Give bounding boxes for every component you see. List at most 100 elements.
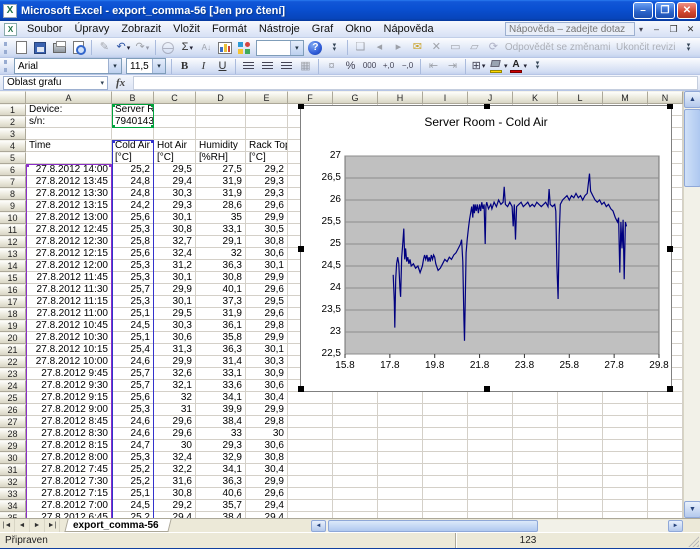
cell-L34[interactable]: [558, 500, 603, 512]
cell-D18[interactable]: 31,9: [196, 308, 246, 320]
cell-J32[interactable]: [468, 476, 513, 488]
cell-E7[interactable]: 29,3: [246, 176, 288, 188]
thousands-button[interactable]: 000: [360, 59, 379, 74]
cell-D3[interactable]: [196, 128, 246, 140]
row-header-28[interactable]: 28: [0, 428, 26, 440]
cell-K27[interactable]: [513, 416, 558, 428]
cell-A10[interactable]: 27.8.2012 13:00: [26, 212, 112, 224]
cell-B8[interactable]: 24,8: [112, 188, 154, 200]
cell-F25[interactable]: [288, 392, 333, 404]
column-header-j[interactable]: J: [468, 91, 513, 104]
row-header-11[interactable]: 11: [0, 224, 26, 236]
cell-C27[interactable]: 29,6: [154, 416, 196, 428]
cell-K30[interactable]: [513, 452, 558, 464]
cell-G34[interactable]: [333, 500, 378, 512]
cell-C8[interactable]: 30,3: [154, 188, 196, 200]
cell-C15[interactable]: 30,1: [154, 272, 196, 284]
column-header-a[interactable]: A: [26, 91, 112, 104]
cell-J27[interactable]: [468, 416, 513, 428]
cell-F26[interactable]: [288, 404, 333, 416]
cell-N28[interactable]: [648, 428, 683, 440]
cell-grid[interactable]: 1Device:Server Room2s/n:794014334TimeCol…: [0, 104, 683, 518]
cell-J33[interactable]: [468, 488, 513, 500]
cell-D21[interactable]: 36,3: [196, 344, 246, 356]
previous-comment-icon[interactable]: ◂: [370, 39, 389, 57]
help-search-caret-icon[interactable]: ▾: [635, 25, 647, 34]
cell-B13[interactable]: 25,6: [112, 248, 154, 260]
cell-B15[interactable]: 25,3: [112, 272, 154, 284]
cell-I25[interactable]: [423, 392, 468, 404]
cell-D7[interactable]: 31,9: [196, 176, 246, 188]
cell-C5[interactable]: [°C]: [154, 152, 196, 164]
cell-E29[interactable]: 30,6: [246, 440, 288, 452]
column-header-c[interactable]: C: [154, 91, 196, 104]
autosum-icon[interactable]: Σ▾: [178, 39, 197, 57]
row-header-32[interactable]: 32: [0, 476, 26, 488]
cell-C21[interactable]: 31,3: [154, 344, 196, 356]
cell-B3[interactable]: [112, 128, 154, 140]
cell-C14[interactable]: 31,2: [154, 260, 196, 272]
font-color-button[interactable]: A▾: [509, 59, 529, 74]
cell-A26[interactable]: 27.8.2012 9:00: [26, 404, 112, 416]
menu-item-soubor[interactable]: Soubor: [21, 22, 68, 36]
cell-B30[interactable]: 25,3: [112, 452, 154, 464]
redo-icon[interactable]: ↷▾: [133, 39, 152, 57]
row-header-4[interactable]: 4: [0, 140, 26, 152]
cell-C4[interactable]: Hot Air: [154, 140, 196, 152]
cell-H27[interactable]: [378, 416, 423, 428]
scroll-down-icon[interactable]: ▼: [684, 501, 700, 518]
cell-B25[interactable]: 25,6: [112, 392, 154, 404]
cell-H25[interactable]: [378, 392, 423, 404]
cell-E12[interactable]: 30,8: [246, 236, 288, 248]
increase-indent-button[interactable]: ⇥: [443, 59, 462, 74]
cell-I32[interactable]: [423, 476, 468, 488]
cell-A12[interactable]: 27.8.2012 12:30: [26, 236, 112, 248]
row-header-17[interactable]: 17: [0, 296, 26, 308]
cell-F28[interactable]: [288, 428, 333, 440]
cell-B9[interactable]: 24,2: [112, 200, 154, 212]
cell-A4[interactable]: Time: [26, 140, 112, 152]
cell-D1[interactable]: [196, 104, 246, 116]
cell-D33[interactable]: 40,6: [196, 488, 246, 500]
cell-A31[interactable]: 27.8.2012 7:45: [26, 464, 112, 476]
cell-C29[interactable]: 30: [154, 440, 196, 452]
cell-M29[interactable]: [603, 440, 648, 452]
cell-D13[interactable]: 32: [196, 248, 246, 260]
row-header-14[interactable]: 14: [0, 260, 26, 272]
cell-N25[interactable]: [648, 392, 683, 404]
cell-E15[interactable]: 29,9: [246, 272, 288, 284]
cell-L32[interactable]: [558, 476, 603, 488]
cell-C25[interactable]: 32: [154, 392, 196, 404]
cell-D30[interactable]: 32,9: [196, 452, 246, 464]
cell-F32[interactable]: [288, 476, 333, 488]
cell-K29[interactable]: [513, 440, 558, 452]
show-comments-icon[interactable]: ▭: [446, 39, 465, 57]
cell-C33[interactable]: 30,8: [154, 488, 196, 500]
decrease-indent-button[interactable]: ⇤: [424, 59, 443, 74]
cell-L27[interactable]: [558, 416, 603, 428]
cell-B32[interactable]: 25,2: [112, 476, 154, 488]
cell-A2[interactable]: s/n:: [26, 116, 112, 128]
vertical-scrollbar[interactable]: ▲ ▼: [683, 91, 700, 518]
scroll-right-icon[interactable]: ►: [668, 520, 683, 532]
cell-D2[interactable]: [196, 116, 246, 128]
row-header-34[interactable]: 34: [0, 500, 26, 512]
cell-C34[interactable]: 29,2: [154, 500, 196, 512]
cell-J26[interactable]: [468, 404, 513, 416]
cell-A24[interactable]: 27.8.2012 9:30: [26, 380, 112, 392]
row-header-13[interactable]: 13: [0, 248, 26, 260]
cell-F30[interactable]: [288, 452, 333, 464]
cell-A5[interactable]: [26, 152, 112, 164]
chart-selection-handle[interactable]: [484, 386, 490, 392]
cell-B29[interactable]: 24,7: [112, 440, 154, 452]
cell-C17[interactable]: 30,1: [154, 296, 196, 308]
cell-H28[interactable]: [378, 428, 423, 440]
column-header-h[interactable]: H: [378, 91, 423, 104]
cell-C22[interactable]: 29,9: [154, 356, 196, 368]
close-button[interactable]: ✕: [677, 2, 697, 19]
cell-H31[interactable]: [378, 464, 423, 476]
cell-H34[interactable]: [378, 500, 423, 512]
drawing-icon[interactable]: [235, 39, 254, 57]
select-all-corner[interactable]: [0, 91, 26, 104]
cell-A18[interactable]: 27.8.2012 11:00: [26, 308, 112, 320]
